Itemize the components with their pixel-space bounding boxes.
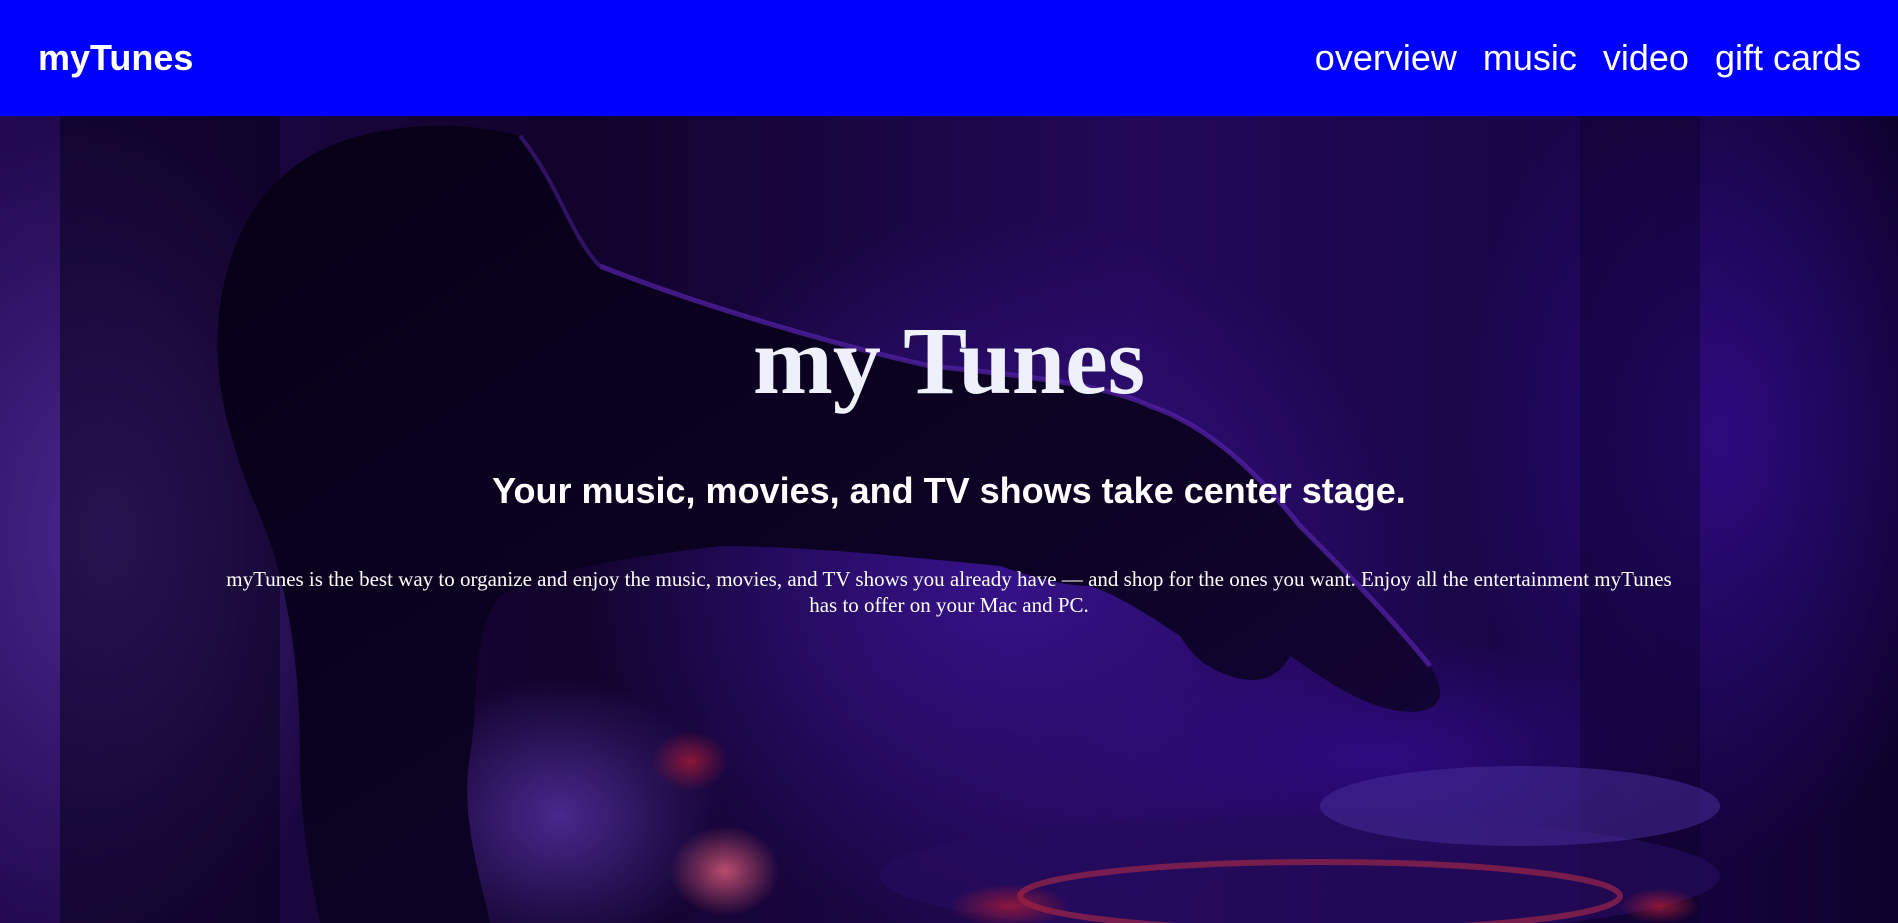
- hero-description: myTunes is the best way to organize and …: [226, 567, 1672, 617]
- nav-link-gift-cards[interactable]: gift cards: [1715, 37, 1861, 79]
- hero-title: my Tunes: [752, 307, 1146, 414]
- hero-section: my Tunes Your music, movies, and TV show…: [0, 116, 1898, 923]
- nav-link-overview[interactable]: overview: [1315, 37, 1457, 79]
- nav-link-video[interactable]: video: [1603, 37, 1689, 79]
- navbar: myTunes overview music video gift cards: [0, 0, 1898, 116]
- nav-links: overview music video gift cards: [1315, 37, 1861, 79]
- brand-logo-link[interactable]: myTunes: [38, 37, 193, 79]
- hero-subtitle: Your music, movies, and TV shows take ce…: [492, 470, 1406, 511]
- hero-content: my Tunes Your music, movies, and TV show…: [0, 116, 1898, 923]
- page: myTunes overview music video gift cards: [0, 0, 1898, 923]
- nav-link-music[interactable]: music: [1483, 37, 1577, 79]
